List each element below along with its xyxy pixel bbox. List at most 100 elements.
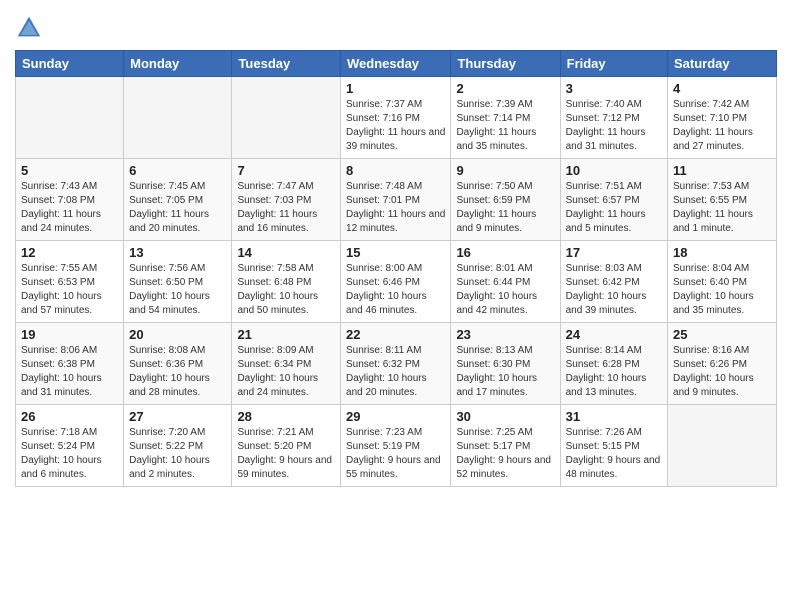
day-info: Sunrise: 7:25 AM Sunset: 5:17 PM Dayligh…	[456, 426, 554, 482]
day-info: Sunrise: 8:06 AM Sunset: 6:38 PM Dayligh…	[21, 344, 118, 400]
day-number: 22	[346, 327, 445, 342]
calendar-cell: 14 Sunrise: 7:58 AM Sunset: 6:48 PM Dayli…	[232, 241, 341, 323]
day-info: Sunrise: 7:23 AM Sunset: 5:19 PM Dayligh…	[346, 426, 445, 482]
day-number: 28	[237, 409, 335, 424]
day-info: Sunrise: 8:01 AM Sunset: 6:44 PM Dayligh…	[456, 262, 554, 318]
calendar-cell: 2 Sunrise: 7:39 AM Sunset: 7:14 PM Daylig…	[451, 77, 560, 159]
weekday-header-row: SundayMondayTuesdayWednesdayThursdayFrid…	[16, 51, 777, 77]
day-info: Sunrise: 7:39 AM Sunset: 7:14 PM Dayligh…	[456, 98, 554, 154]
weekday-header-tuesday: Tuesday	[232, 51, 341, 77]
calendar-cell: 9 Sunrise: 7:50 AM Sunset: 6:59 PM Daylig…	[451, 159, 560, 241]
calendar-cell: 10 Sunrise: 7:51 AM Sunset: 6:57 PM Dayli…	[560, 159, 667, 241]
day-info: Sunrise: 7:37 AM Sunset: 7:16 PM Dayligh…	[346, 98, 445, 154]
calendar-cell: 3 Sunrise: 7:40 AM Sunset: 7:12 PM Daylig…	[560, 77, 667, 159]
calendar-cell: 16 Sunrise: 8:01 AM Sunset: 6:44 PM Dayli…	[451, 241, 560, 323]
day-info: Sunrise: 7:26 AM Sunset: 5:15 PM Dayligh…	[566, 426, 662, 482]
day-number: 17	[566, 245, 662, 260]
weekday-header-monday: Monday	[124, 51, 232, 77]
day-number: 31	[566, 409, 662, 424]
calendar-week-row: 1 Sunrise: 7:37 AM Sunset: 7:16 PM Daylig…	[16, 77, 777, 159]
calendar-cell: 21 Sunrise: 8:09 AM Sunset: 6:34 PM Dayli…	[232, 323, 341, 405]
calendar-cell: 7 Sunrise: 7:47 AM Sunset: 7:03 PM Daylig…	[232, 159, 341, 241]
calendar-cell: 17 Sunrise: 8:03 AM Sunset: 6:42 PM Dayli…	[560, 241, 667, 323]
weekday-header-wednesday: Wednesday	[341, 51, 451, 77]
day-number: 18	[673, 245, 771, 260]
day-info: Sunrise: 7:50 AM Sunset: 6:59 PM Dayligh…	[456, 180, 554, 236]
day-number: 12	[21, 245, 118, 260]
day-info: Sunrise: 7:20 AM Sunset: 5:22 PM Dayligh…	[129, 426, 226, 482]
calendar-cell: 22 Sunrise: 8:11 AM Sunset: 6:32 PM Dayli…	[341, 323, 451, 405]
weekday-header-thursday: Thursday	[451, 51, 560, 77]
day-number: 23	[456, 327, 554, 342]
calendar-cell: 8 Sunrise: 7:48 AM Sunset: 7:01 PM Daylig…	[341, 159, 451, 241]
day-number: 7	[237, 163, 335, 178]
day-number: 20	[129, 327, 226, 342]
calendar-cell: 27 Sunrise: 7:20 AM Sunset: 5:22 PM Dayli…	[124, 405, 232, 487]
calendar-cell: 13 Sunrise: 7:56 AM Sunset: 6:50 PM Dayli…	[124, 241, 232, 323]
day-number: 13	[129, 245, 226, 260]
calendar-cell	[124, 77, 232, 159]
calendar-week-row: 12 Sunrise: 7:55 AM Sunset: 6:53 PM Dayli…	[16, 241, 777, 323]
day-number: 25	[673, 327, 771, 342]
day-number: 2	[456, 81, 554, 96]
day-number: 1	[346, 81, 445, 96]
day-info: Sunrise: 7:21 AM Sunset: 5:20 PM Dayligh…	[237, 426, 335, 482]
day-info: Sunrise: 7:47 AM Sunset: 7:03 PM Dayligh…	[237, 180, 335, 236]
logo	[15, 14, 47, 42]
logo-icon	[15, 14, 43, 42]
day-info: Sunrise: 8:09 AM Sunset: 6:34 PM Dayligh…	[237, 344, 335, 400]
day-info: Sunrise: 7:45 AM Sunset: 7:05 PM Dayligh…	[129, 180, 226, 236]
day-info: Sunrise: 7:55 AM Sunset: 6:53 PM Dayligh…	[21, 262, 118, 318]
calendar-cell: 25 Sunrise: 8:16 AM Sunset: 6:26 PM Dayli…	[668, 323, 777, 405]
day-number: 15	[346, 245, 445, 260]
day-number: 3	[566, 81, 662, 96]
calendar-cell: 4 Sunrise: 7:42 AM Sunset: 7:10 PM Daylig…	[668, 77, 777, 159]
day-number: 9	[456, 163, 554, 178]
calendar-cell: 19 Sunrise: 8:06 AM Sunset: 6:38 PM Dayli…	[16, 323, 124, 405]
day-number: 16	[456, 245, 554, 260]
calendar-cell	[16, 77, 124, 159]
day-number: 10	[566, 163, 662, 178]
day-info: Sunrise: 7:56 AM Sunset: 6:50 PM Dayligh…	[129, 262, 226, 318]
calendar-cell: 12 Sunrise: 7:55 AM Sunset: 6:53 PM Dayli…	[16, 241, 124, 323]
day-number: 14	[237, 245, 335, 260]
day-info: Sunrise: 7:58 AM Sunset: 6:48 PM Dayligh…	[237, 262, 335, 318]
calendar-cell: 23Sunrise: 8:13 AM Sunset: 6:30 PM Dayli…	[451, 323, 560, 405]
day-info: Sunrise: 7:51 AM Sunset: 6:57 PM Dayligh…	[566, 180, 662, 236]
calendar-week-row: 26Sunrise: 7:18 AM Sunset: 5:24 PM Dayli…	[16, 405, 777, 487]
day-number: 11	[673, 163, 771, 178]
day-info: Sunrise: 8:16 AM Sunset: 6:26 PM Dayligh…	[673, 344, 771, 400]
header	[15, 10, 777, 42]
calendar-cell	[668, 405, 777, 487]
calendar-cell: 29Sunrise: 7:23 AM Sunset: 5:19 PM Dayli…	[341, 405, 451, 487]
calendar-table: SundayMondayTuesdayWednesdayThursdayFrid…	[15, 50, 777, 487]
calendar-cell	[232, 77, 341, 159]
calendar-cell: 1 Sunrise: 7:37 AM Sunset: 7:16 PM Daylig…	[341, 77, 451, 159]
calendar-cell: 31 Sunrise: 7:26 AM Sunset: 5:15 PM Dayli…	[560, 405, 667, 487]
day-info: Sunrise: 7:43 AM Sunset: 7:08 PM Dayligh…	[21, 180, 118, 236]
day-number: 4	[673, 81, 771, 96]
day-info: Sunrise: 7:48 AM Sunset: 7:01 PM Dayligh…	[346, 180, 445, 236]
weekday-header-friday: Friday	[560, 51, 667, 77]
day-info: Sunrise: 8:04 AM Sunset: 6:40 PM Dayligh…	[673, 262, 771, 318]
calendar-cell: 20 Sunrise: 8:08 AM Sunset: 6:36 PM Dayli…	[124, 323, 232, 405]
day-info: Sunrise: 8:11 AM Sunset: 6:32 PM Dayligh…	[346, 344, 445, 400]
day-number: 5	[21, 163, 118, 178]
day-number: 8	[346, 163, 445, 178]
day-number: 21	[237, 327, 335, 342]
day-info: Sunrise: 8:08 AM Sunset: 6:36 PM Dayligh…	[129, 344, 226, 400]
day-info: Sunrise: 8:03 AM Sunset: 6:42 PM Dayligh…	[566, 262, 662, 318]
calendar-cell: 28 Sunrise: 7:21 AM Sunset: 5:20 PM Dayli…	[232, 405, 341, 487]
day-info: Sunrise: 7:42 AM Sunset: 7:10 PM Dayligh…	[673, 98, 771, 154]
calendar-cell: 6Sunrise: 7:45 AM Sunset: 7:05 PM Daylig…	[124, 159, 232, 241]
day-number: 27	[129, 409, 226, 424]
day-number: 19	[21, 327, 118, 342]
day-number: 24	[566, 327, 662, 342]
calendar-week-row: 5 Sunrise: 7:43 AM Sunset: 7:08 PM Daylig…	[16, 159, 777, 241]
weekday-header-sunday: Sunday	[16, 51, 124, 77]
day-info: Sunrise: 7:40 AM Sunset: 7:12 PM Dayligh…	[566, 98, 662, 154]
calendar-cell: 5 Sunrise: 7:43 AM Sunset: 7:08 PM Daylig…	[16, 159, 124, 241]
day-info: Sunrise: 7:53 AM Sunset: 6:55 PM Dayligh…	[673, 180, 771, 236]
calendar-cell: 18 Sunrise: 8:04 AM Sunset: 6:40 PM Dayli…	[668, 241, 777, 323]
calendar-cell: 24Sunrise: 8:14 AM Sunset: 6:28 PM Dayli…	[560, 323, 667, 405]
